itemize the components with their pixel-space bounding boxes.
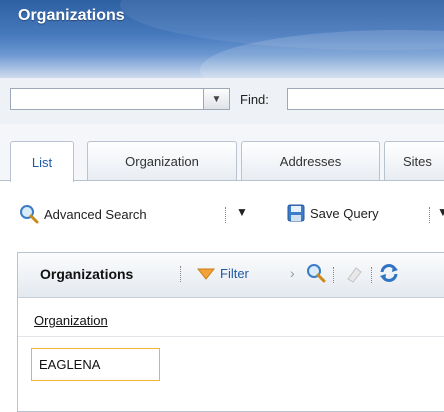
list-panel-title: Organizations [40,266,134,282]
find-label: Find: [240,92,269,107]
row-divider [18,336,444,337]
save-query-button[interactable]: Save Query [287,204,379,222]
tab-list[interactable]: List [10,141,74,182]
filter-button[interactable]: Filter [197,266,249,281]
chevron-down-icon: ▼ [437,205,444,219]
filter-icon [197,268,215,280]
advanced-search-button[interactable]: Advanced Search [19,204,147,224]
toolbar-separator [225,207,227,223]
toolbar-separator [333,267,335,283]
refresh-button[interactable] [378,262,400,284]
search-icon [306,263,326,283]
find-input[interactable] [287,88,444,110]
advanced-search-label: Advanced Search [44,206,147,222]
clear-filter-button[interactable] [344,264,364,284]
search-icon [19,204,39,224]
advanced-search-dropdown[interactable]: ▼ [236,205,248,219]
chevron-down-icon: ▼ [211,93,222,105]
tab-addresses[interactable]: Addresses [241,141,380,181]
toolbar-separator [429,207,431,223]
window-title: Organizations [18,7,125,24]
combo-dropdown-button[interactable]: ▼ [203,88,230,110]
toolbar-separator [180,266,182,282]
eraser-icon [344,264,364,284]
column-header-organization[interactable]: Organization [34,313,108,328]
filter-label: Filter [220,266,249,281]
chevron-down-icon: ▼ [236,205,248,219]
query-combo-box[interactable] [10,88,230,110]
panel-search-button[interactable] [306,263,326,283]
title-bar: Organizations [0,0,444,78]
save-query-label: Save Query [310,205,379,221]
chevron-right-icon: › [290,265,295,281]
save-icon [287,204,305,222]
tab-sites[interactable]: Sites [384,141,444,181]
refresh-icon [378,262,400,284]
tab-organization[interactable]: Organization [87,141,237,181]
toolbar-separator [371,267,373,283]
table-row-organization-cell[interactable]: EAGLENA [31,348,160,381]
save-query-dropdown[interactable]: ▼ [437,205,444,219]
